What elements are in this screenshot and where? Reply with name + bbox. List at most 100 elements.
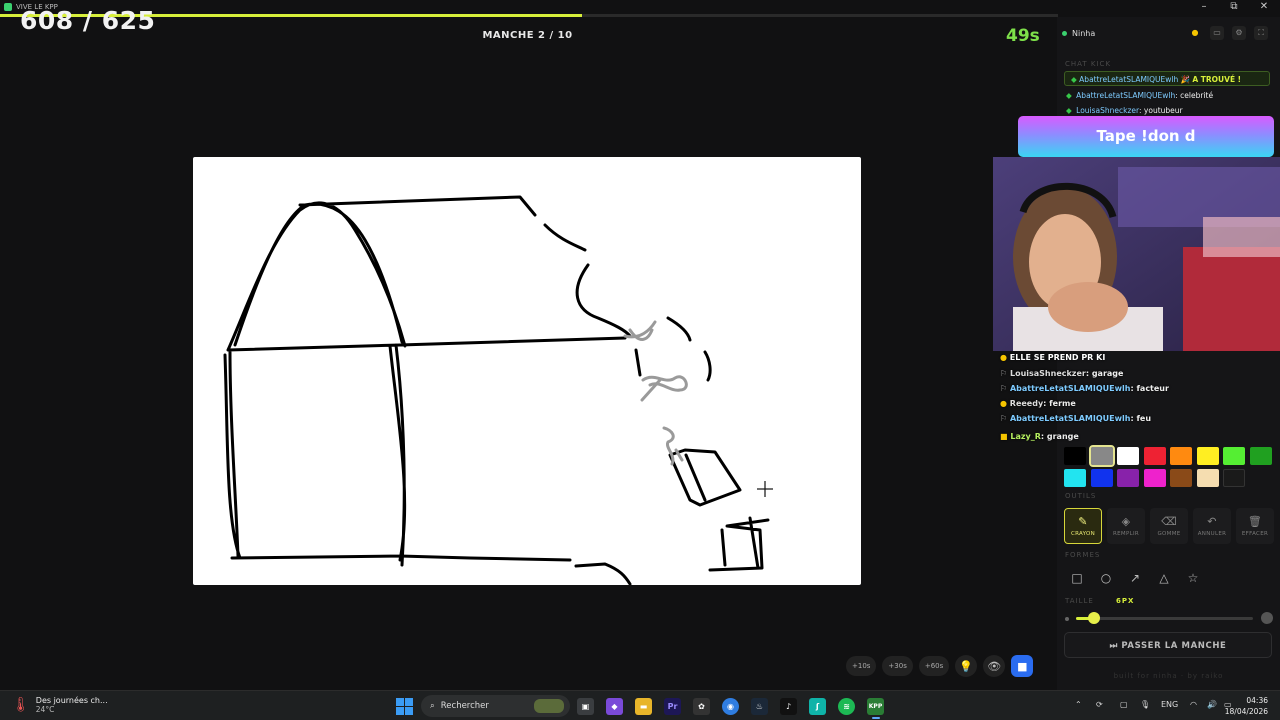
- webcam-image: [993, 157, 1280, 351]
- skip-round-button[interactable]: ⏭ PASSER LA MANCHE: [1064, 632, 1272, 658]
- add-30s-button[interactable]: +30s: [882, 656, 913, 676]
- tool-label: CRAYON: [1070, 531, 1096, 537]
- weather-widget[interactable]: 🌡 Des journées ch... 24°C: [12, 696, 108, 714]
- search-icon: ⌕: [430, 701, 435, 711]
- undo-icon: ↶: [1207, 515, 1217, 528]
- add-60s-button[interactable]: +60s: [918, 656, 950, 676]
- color-swatch[interactable]: [1170, 447, 1192, 465]
- tool-annuler-button[interactable]: ↶ ANNULER: [1193, 508, 1231, 544]
- star-icon[interactable]: ☆: [1182, 567, 1204, 589]
- timer-display: 49s: [1006, 26, 1040, 46]
- color-swatch[interactable]: [1064, 469, 1086, 487]
- spotify-icon[interactable]: ≋: [838, 698, 855, 715]
- clock-date: 18/04/2026: [1224, 707, 1268, 716]
- color-swatch[interactable]: [1170, 469, 1192, 487]
- overlay-user: AbattreLetatSLAMIQUEwlh: [1009, 384, 1131, 393]
- chat-message: ◆ LouisaShneckzer: youtubeur: [1066, 106, 1183, 115]
- color-swatch[interactable]: [1143, 469, 1166, 487]
- volume-icon[interactable]: 🔊: [1207, 700, 1217, 709]
- overlay-user: Reeedy: [1009, 399, 1044, 408]
- drawing-canvas[interactable]: [193, 157, 861, 585]
- color-swatch[interactable]: [1117, 447, 1139, 465]
- active-app-indicator: [872, 717, 880, 719]
- color-swatch[interactable]: [1117, 469, 1139, 487]
- size-slider[interactable]: [1076, 617, 1253, 620]
- close-button[interactable]: ✕: [1252, 0, 1276, 14]
- color-swatch[interactable]: [1088, 445, 1115, 467]
- color-swatch[interactable]: [1223, 469, 1245, 487]
- search-highlight-image: [534, 699, 564, 713]
- color-swatch[interactable]: [1064, 447, 1086, 465]
- drawing-svg[interactable]: [193, 157, 861, 585]
- round-indicator: MANCHE 2 / 10: [482, 30, 573, 41]
- window-icon[interactable]: ▭: [1210, 26, 1224, 40]
- microphone-icon[interactable]: 🎙: [1140, 700, 1150, 709]
- minimize-button[interactable]: –: [1192, 0, 1216, 14]
- tray-app-icon[interactable]: ⟳: [1096, 700, 1103, 709]
- add-10s-button[interactable]: +10s: [846, 656, 877, 676]
- task-view-icon[interactable]: ▣: [577, 698, 594, 715]
- app-icon-purple[interactable]: ◆: [606, 698, 623, 715]
- windows-start-icon[interactable]: [396, 698, 413, 715]
- kpp-app-icon[interactable]: KPP: [867, 698, 884, 715]
- tool-crayon-button[interactable]: ✎ CRAYON: [1064, 508, 1102, 544]
- gear-icon[interactable]: ⚙: [1232, 26, 1246, 40]
- triangle-icon[interactable]: △: [1153, 567, 1175, 589]
- gray-strokes: [623, 320, 688, 466]
- panel-footer: built for ninha · by raiko: [1113, 672, 1224, 680]
- eraser-icon: ⌫: [1161, 515, 1177, 528]
- black-strokes: [223, 195, 770, 585]
- taskbar-search[interactable]: ⌕ Rechercher: [421, 695, 570, 717]
- chrome-icon[interactable]: ◉: [722, 698, 739, 715]
- app-icon-teal[interactable]: ʃ: [809, 698, 826, 715]
- ellipse-icon[interactable]: ○: [1095, 567, 1117, 589]
- overlay-chat-line: ⚐ LouisaShneckzer: garage: [1000, 369, 1124, 378]
- windows-taskbar: 🌡 Des journées ch... 24°C ⌕ Rechercher ▣…: [0, 690, 1280, 720]
- window-titlebar: VIVE LE KPP: [0, 0, 1280, 14]
- eye-icon[interactable]: 👁: [983, 655, 1006, 677]
- hint-bulb-icon[interactable]: 💡: [955, 655, 978, 677]
- fullscreen-icon[interactable]: ⛶: [1254, 26, 1268, 40]
- tool-label: REMPLIR: [1113, 531, 1139, 537]
- language-indicator[interactable]: ENG: [1161, 700, 1178, 709]
- color-swatch[interactable]: [1090, 469, 1113, 487]
- overlay-user: LouisaShneckzer: [1009, 369, 1086, 378]
- system-clock[interactable]: 04:36 18/04/2026: [1225, 695, 1268, 717]
- size-value: 6PX: [1116, 597, 1135, 605]
- wifi-icon[interactable]: ◠: [1190, 700, 1197, 709]
- tiktok-icon[interactable]: ♪: [780, 698, 797, 715]
- rectangle-icon[interactable]: □: [1066, 567, 1088, 589]
- canvas-bottom-toolbar: +10s +30s +60s 💡 👁 ■: [846, 655, 1034, 677]
- color-swatch[interactable]: [1196, 469, 1219, 487]
- tool-gomme-button[interactable]: ⌫ GOMME: [1150, 508, 1188, 544]
- crosshair-cursor-icon: [757, 481, 773, 497]
- tool-effacer-button[interactable]: 🗑 EFFACER: [1236, 508, 1274, 544]
- overlay-msg: grange: [1046, 432, 1079, 441]
- overlay-user: AbattreLetatSLAMIQUEwlh: [1009, 414, 1131, 423]
- size-slider-handle[interactable]: [1087, 612, 1100, 624]
- color-swatch[interactable]: [1249, 447, 1272, 465]
- color-swatch[interactable]: [1223, 447, 1245, 465]
- color-swatch[interactable]: [1143, 447, 1166, 465]
- premiere-pro-icon[interactable]: Pr: [664, 698, 681, 715]
- color-swatch[interactable]: [1196, 447, 1219, 465]
- file-explorer-icon[interactable]: ▬: [635, 698, 652, 715]
- search-placeholder: Rechercher: [440, 701, 489, 711]
- stop-icon[interactable]: ■: [1011, 655, 1034, 677]
- weather-temp: 24°C: [35, 705, 55, 714]
- maximize-button[interactable]: ⧉: [1222, 0, 1246, 14]
- overlay-chat-line: ⚐ AbattreLetatSLAMIQUEwlh: facteur: [1000, 384, 1169, 393]
- chat-msg: youtubeur: [1143, 106, 1183, 115]
- steam-icon[interactable]: ♨: [751, 698, 768, 715]
- tool-remplir-button[interactable]: ◈ REMPLIR: [1107, 508, 1145, 544]
- tray-app2-icon[interactable]: ▢: [1120, 700, 1128, 709]
- round-progress-bar: [0, 14, 1058, 17]
- overlay-chat-line: ⚐ AbattreLetatSLAMIQUEwlh: feu: [1000, 414, 1152, 423]
- size-max-dot: [1261, 612, 1273, 624]
- tray-chevron-icon[interactable]: ⌃: [1075, 700, 1082, 709]
- app-logo-icon: [4, 3, 12, 11]
- app-icon-gear[interactable]: ✿: [693, 698, 710, 715]
- arrow-icon[interactable]: ↗: [1124, 567, 1146, 589]
- overlay-user: Lazy_R: [1010, 432, 1041, 441]
- chat-user: AbattreLetatSLAMIQUEwlh: [1076, 91, 1176, 100]
